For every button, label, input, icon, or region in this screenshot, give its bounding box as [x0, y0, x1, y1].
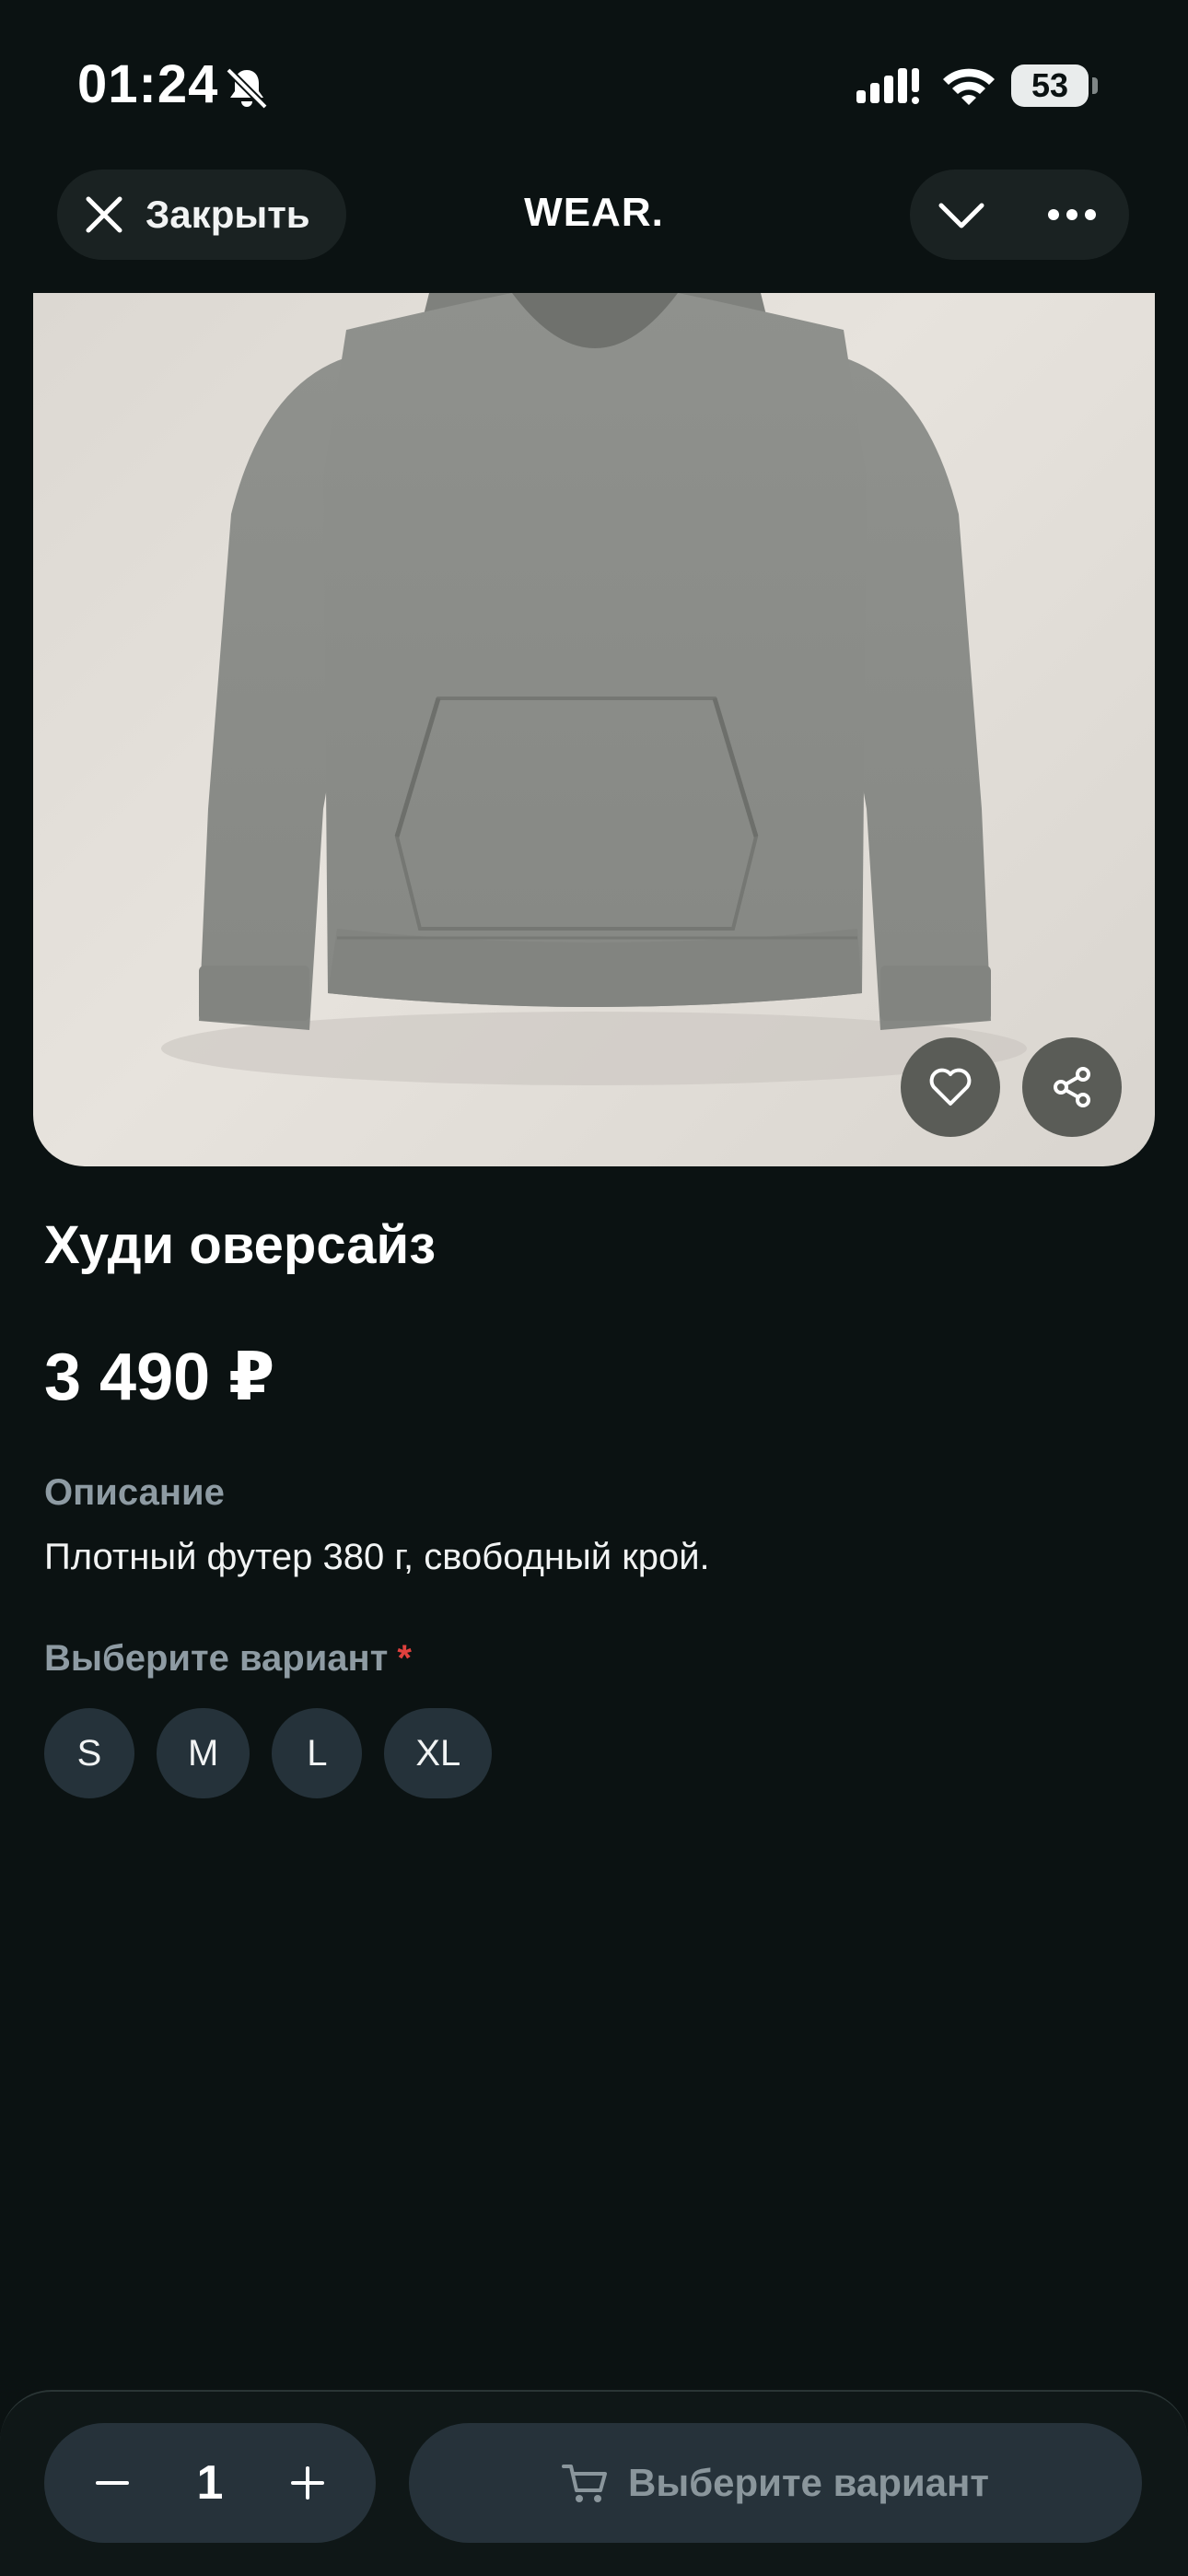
quantity-value: 1 — [196, 2456, 224, 2510]
share-icon — [1054, 1067, 1090, 1107]
chevron-down-icon[interactable] — [936, 196, 987, 233]
bell-muted-icon — [226, 67, 268, 110]
variant-label-text: Выберите вариант — [44, 1638, 389, 1679]
add-to-cart-button[interactable]: Выберите вариант — [409, 2423, 1142, 2543]
battery-indicator: 53 — [1011, 64, 1089, 107]
variant-label: Выберите вариант * — [44, 1638, 412, 1680]
share-button[interactable] — [1022, 1037, 1122, 1137]
product-title: Худи оверсайз — [44, 1215, 437, 1275]
plus-icon[interactable] — [287, 2463, 328, 2503]
signal-icon — [856, 68, 919, 104]
variant-option-xl[interactable]: XL — [384, 1708, 493, 1798]
cta-label: Выберите вариант — [628, 2461, 989, 2504]
variant-options: S M L XL — [44, 1708, 493, 1798]
variant-option-l[interactable]: L — [272, 1708, 363, 1798]
battery-tip — [1092, 77, 1098, 94]
header-actions — [910, 170, 1129, 260]
product-page: 01:24 53 Закрыть WEAR. Худи оверсайз 3 4… — [0, 0, 1188, 2576]
product-price: 3 490 ₽ — [44, 1341, 275, 1414]
required-mark: * — [397, 1638, 412, 1679]
heart-icon — [929, 1068, 972, 1106]
minus-icon[interactable] — [92, 2463, 133, 2503]
product-image — [33, 293, 1155, 1166]
status-time: 01:24 — [77, 54, 219, 114]
description-text: Плотный футер 380 г, свободный крой. — [44, 1537, 710, 1577]
cart-icon — [562, 2465, 608, 2502]
quantity-stepper: 1 — [44, 2423, 376, 2543]
more-icon[interactable] — [1046, 205, 1098, 224]
wifi-icon — [943, 68, 995, 105]
hoodie-illustration — [161, 293, 1027, 1085]
variant-option-m[interactable]: M — [157, 1708, 250, 1798]
favorite-button[interactable] — [901, 1037, 1000, 1137]
status-bar: 01:24 53 — [0, 0, 1188, 166]
description-label: Описание — [44, 1472, 225, 1513]
variant-option-s[interactable]: S — [44, 1708, 134, 1798]
